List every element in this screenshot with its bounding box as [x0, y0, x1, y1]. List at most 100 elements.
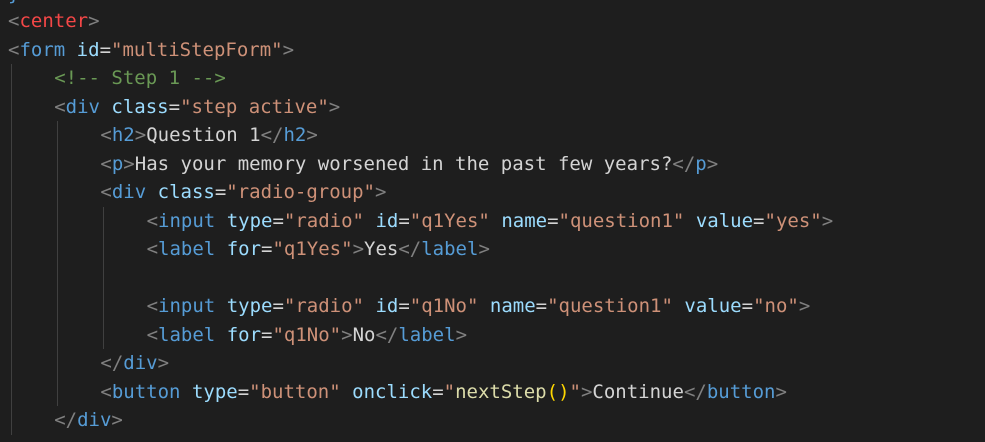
code-line: <div class="step active"> — [54, 93, 340, 121]
code-token: = — [432, 380, 444, 403]
code-token: onclick — [352, 380, 433, 403]
code-token: "question1" — [547, 295, 673, 317]
code-token: name — [501, 209, 548, 232]
code-token: "q1Yes" — [272, 238, 353, 260]
code-token: "multiStepForm" — [111, 38, 283, 61]
code-token: for — [226, 323, 262, 346]
code-line: <!-- Step 1 --> — [54, 64, 226, 92]
code-token: > — [821, 209, 834, 232]
code-token: > — [134, 124, 147, 146]
code-token: = — [398, 209, 410, 232]
code-token: "q1Yes" — [409, 209, 490, 232]
code-token: center — [19, 10, 89, 32]
code-token: "button" — [249, 380, 341, 403]
indent-guide-line — [103, 206, 105, 349]
code-token: h2 — [283, 124, 307, 146]
code-token: > — [341, 323, 353, 346]
code-token: = — [741, 295, 754, 317]
code-token: = — [753, 209, 765, 232]
code-line: <p>Has your memory worsened in the past … — [100, 150, 718, 178]
code-editor[interactable]: } <center><form id="multiStepForm"><!-- … — [0, 0, 985, 442]
code-token: </ — [683, 380, 707, 403]
code-token: "radio" — [283, 295, 364, 317]
code-token: < — [146, 209, 159, 232]
code-token: class — [157, 181, 215, 203]
code-token: p — [695, 152, 707, 175]
indent-guide-line — [11, 64, 12, 435]
code-token: > — [306, 124, 318, 146]
code-token: < — [100, 152, 112, 175]
code-token: label — [421, 238, 479, 260]
code-token: > — [798, 295, 811, 317]
code-token: > — [775, 380, 787, 403]
indent-guide-line — [57, 121, 59, 406]
code-token: > — [282, 38, 295, 61]
code-line: <button type="button" onclick="nextStep(… — [100, 378, 787, 406]
code-token: > — [88, 10, 100, 32]
code-token: > — [478, 238, 490, 260]
code-token: < — [100, 181, 112, 203]
code-token: class — [111, 95, 169, 118]
code-token: > — [706, 152, 719, 175]
code-token: value — [695, 209, 754, 232]
code-token: > — [352, 238, 365, 260]
code-token: Yes — [364, 238, 399, 260]
code-token: < — [100, 380, 112, 403]
code-token: div — [65, 95, 100, 118]
code-token: div — [111, 181, 147, 203]
code-token: < — [146, 323, 159, 346]
code-line: <h2>Question 1</h2> — [100, 121, 317, 149]
code-line: </div> — [100, 349, 169, 377]
code-token: > — [580, 380, 593, 403]
code-token: input — [158, 295, 216, 317]
code-token: > — [157, 352, 170, 374]
code-token: p — [111, 152, 124, 175]
code-token: > — [375, 181, 387, 203]
code-token: type — [191, 380, 238, 403]
code-token: Has your memory worsened in the past few… — [134, 152, 673, 175]
code-token: type — [226, 209, 273, 232]
code-token: > — [455, 323, 468, 346]
code-token: < — [146, 238, 159, 260]
code-token: () — [546, 380, 570, 403]
code-token: type — [226, 295, 273, 317]
code-token: "step active" — [180, 95, 329, 118]
code-token: id — [375, 295, 399, 317]
code-token: h2 — [111, 124, 135, 146]
code-token: < — [100, 124, 112, 146]
code-token: button — [111, 380, 181, 403]
code-token: < — [8, 10, 20, 32]
code-token: Continue — [592, 380, 684, 403]
code-token: = — [261, 238, 273, 260]
code-token: > — [111, 409, 123, 431]
code-token: < — [54, 95, 66, 118]
code-token: = — [99, 38, 112, 61]
code-token: No — [352, 323, 376, 346]
code-token: form — [19, 38, 66, 61]
code-token: = — [168, 95, 181, 118]
code-token: Question 1 — [146, 124, 261, 146]
code-token: = — [272, 209, 284, 232]
code-token: = — [261, 323, 273, 346]
code-token: = — [272, 295, 284, 317]
code-token: label — [158, 323, 216, 346]
code-token: nextStep — [455, 380, 547, 403]
code-token: = — [535, 295, 548, 317]
code-token: for — [226, 238, 262, 260]
code-token: " — [443, 380, 456, 403]
code-line: <form id="multiStepForm"> — [8, 36, 294, 64]
code-token: " — [569, 380, 581, 403]
code-token: div — [77, 409, 112, 431]
